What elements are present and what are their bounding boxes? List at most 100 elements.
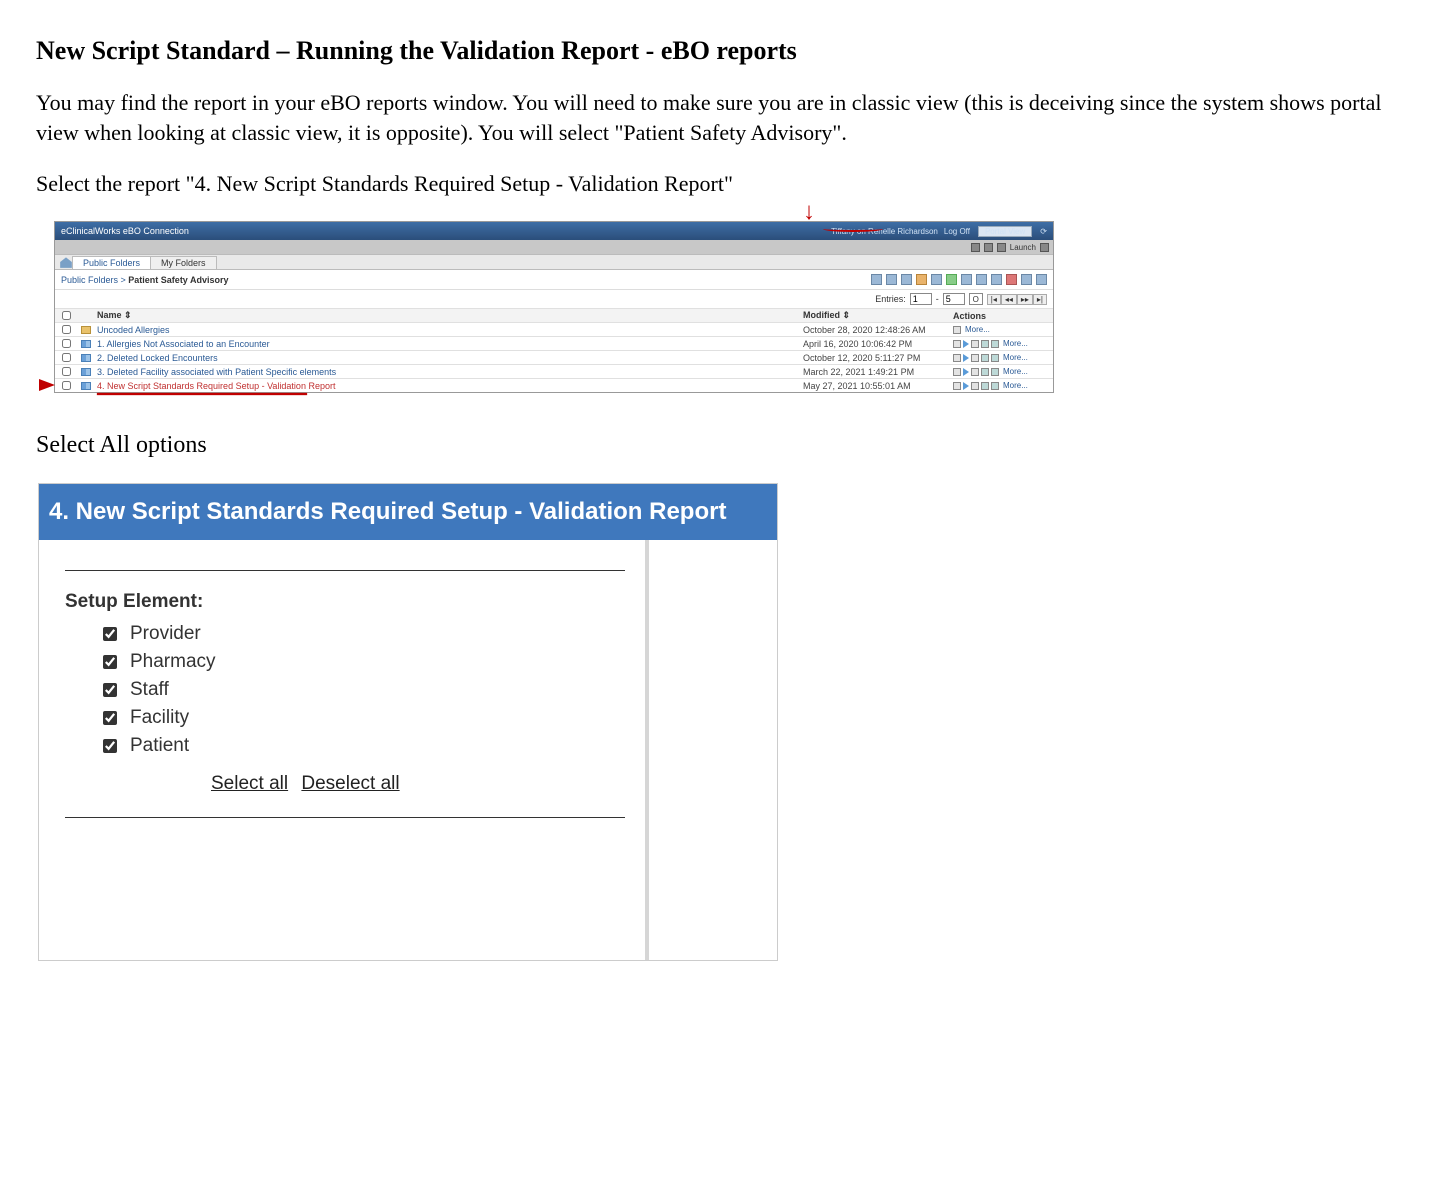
view-icon[interactable] <box>991 382 999 390</box>
run-icon[interactable] <box>963 368 969 376</box>
output-icon[interactable] <box>981 354 989 362</box>
entries-to-input[interactable] <box>943 293 965 305</box>
output-icon[interactable] <box>981 340 989 348</box>
select-all-link[interactable]: Select all <box>211 773 288 794</box>
action-icon-toolbar <box>871 274 1047 285</box>
properties-icon[interactable] <box>953 368 961 376</box>
run-icon[interactable] <box>963 340 969 348</box>
log-off-link[interactable]: Log Off <box>944 227 970 236</box>
list-row[interactable]: 3. Deleted Facility associated with Pati… <box>55 364 1053 378</box>
setup-option-checkbox[interactable] <box>103 739 117 753</box>
refresh-icon[interactable]: ⟳ <box>1040 227 1047 236</box>
entries-go-button[interactable]: O <box>969 293 983 305</box>
row-name[interactable]: 2. Deleted Locked Encounters <box>95 353 803 363</box>
new-package-icon[interactable] <box>916 274 927 285</box>
divider <box>65 817 625 818</box>
refresh-list-icon[interactable] <box>946 274 957 285</box>
more-link[interactable]: More... <box>965 325 990 334</box>
row-name[interactable]: 1. Allergies Not Associated to an Encoun… <box>95 339 803 349</box>
details-view-icon[interactable] <box>886 274 897 285</box>
schedule-icon[interactable] <box>971 340 979 348</box>
row-actions: More... <box>953 339 1053 348</box>
launch-button[interactable]: Launch <box>1010 243 1036 252</box>
run-icon[interactable] <box>963 382 969 390</box>
setup-option-checkbox[interactable] <box>103 627 117 641</box>
row-name[interactable]: 4. New Script Standards Required Setup -… <box>95 381 803 391</box>
report-icon <box>81 354 91 362</box>
new-url-icon[interactable] <box>931 274 942 285</box>
row-checkbox[interactable] <box>62 367 71 376</box>
report-icon <box>81 368 91 376</box>
ebo-titlebar: eClinicalWorks eBO Connection Tiffany on… <box>55 222 1053 240</box>
portal-view-toggle[interactable]: Portal View <box>978 226 1032 237</box>
cut-icon[interactable] <box>961 274 972 285</box>
intro-paragraph-2: Select the report "4. New Script Standar… <box>36 169 1396 199</box>
dropdown-icon[interactable] <box>1040 243 1049 252</box>
setup-option: Provider <box>99 623 625 645</box>
person-icon[interactable] <box>997 243 1006 252</box>
schedule-icon[interactable] <box>971 382 979 390</box>
output-icon[interactable] <box>981 368 989 376</box>
list-row[interactable]: 4. New Script Standards Required Setup -… <box>55 378 1053 392</box>
entries-bar: Entries: - O |◂ ◂◂ ▸▸ ▸| <box>55 290 1053 308</box>
run-icon[interactable] <box>963 354 969 362</box>
view-icon[interactable] <box>991 368 999 376</box>
tab-public-folders[interactable]: Public Folders <box>72 256 151 269</box>
home-icon[interactable] <box>984 243 993 252</box>
view-icon[interactable] <box>991 340 999 348</box>
tab-my-folders[interactable]: My Folders <box>150 256 217 269</box>
row-name[interactable]: 3. Deleted Facility associated with Pati… <box>95 367 803 377</box>
delete-icon[interactable] <box>1006 274 1017 285</box>
more-link[interactable]: More... <box>1003 381 1028 390</box>
output-icon[interactable] <box>981 382 989 390</box>
more-link[interactable]: More... <box>1003 367 1028 376</box>
setup-option-checkbox[interactable] <box>103 683 117 697</box>
list-row[interactable]: 2. Deleted Locked EncountersOctober 12, … <box>55 350 1053 364</box>
breadcrumb-root[interactable]: Public Folders <box>61 275 118 285</box>
schedule-icon[interactable] <box>971 354 979 362</box>
row-modified: October 28, 2020 12:48:26 AM <box>803 325 953 335</box>
properties-icon[interactable] <box>1021 274 1032 285</box>
pager-first-button[interactable]: |◂ <box>987 294 1001 305</box>
more-link[interactable]: More... <box>1003 339 1028 348</box>
column-header-modified[interactable]: Modified ⇕ <box>803 310 953 321</box>
list-view-icon[interactable] <box>871 274 882 285</box>
copy-icon[interactable] <box>976 274 987 285</box>
app-title: eClinicalWorks eBO Connection <box>61 226 189 236</box>
row-checkbox[interactable] <box>62 353 71 362</box>
row-actions: More... <box>953 381 1053 390</box>
nav-home-icon[interactable] <box>59 256 73 268</box>
setup-option-checkbox[interactable] <box>103 655 117 669</box>
report-icon <box>81 340 91 348</box>
order-icon[interactable] <box>1036 274 1047 285</box>
paste-icon[interactable] <box>991 274 1002 285</box>
entries-from-input[interactable] <box>910 293 932 305</box>
list-row[interactable]: Uncoded AllergiesOctober 28, 2020 12:48:… <box>55 322 1053 336</box>
select-all-checkbox[interactable] <box>62 311 71 320</box>
properties-icon[interactable] <box>953 340 961 348</box>
more-link[interactable]: More... <box>1003 353 1028 362</box>
new-folder-icon[interactable] <box>901 274 912 285</box>
column-header-name[interactable]: Name ⇕ <box>95 310 803 321</box>
setup-option-label: Pharmacy <box>130 651 216 673</box>
search-icon[interactable] <box>971 243 980 252</box>
schedule-icon[interactable] <box>971 368 979 376</box>
deselect-all-link[interactable]: Deselect all <box>301 773 399 794</box>
row-checkbox[interactable] <box>62 381 71 390</box>
pager-next-button[interactable]: ▸▸ <box>1017 294 1033 305</box>
setup-option-checkbox[interactable] <box>103 711 117 725</box>
view-icon[interactable] <box>991 354 999 362</box>
properties-icon[interactable] <box>953 354 961 362</box>
pager-last-button[interactable]: ▸| <box>1033 294 1047 305</box>
properties-icon[interactable] <box>953 326 961 334</box>
properties-icon[interactable] <box>953 382 961 390</box>
setup-option: Patient <box>99 735 625 757</box>
list-row[interactable]: 1. Allergies Not Associated to an Encoun… <box>55 336 1053 350</box>
setup-option-label: Staff <box>130 679 169 701</box>
row-checkbox[interactable] <box>62 325 71 334</box>
row-name[interactable]: Uncoded Allergies <box>95 325 803 335</box>
setup-options-list: ProviderPharmacyStaffFacilityPatient <box>65 623 625 757</box>
pager-prev-button[interactable]: ◂◂ <box>1001 294 1017 305</box>
folder-icon <box>81 326 91 334</box>
row-checkbox[interactable] <box>62 339 71 348</box>
